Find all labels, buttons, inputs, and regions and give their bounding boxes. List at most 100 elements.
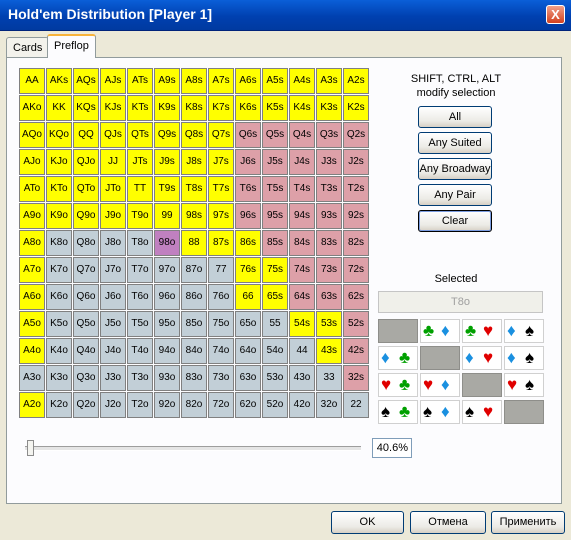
hand-cell-J4o[interactable]: J4o (100, 338, 126, 364)
hand-cell-J2s[interactable]: J2s (343, 149, 369, 175)
hand-cell-T3s[interactable]: T3s (316, 176, 342, 202)
suit-combo-empty[interactable] (420, 346, 460, 370)
tab-cards[interactable]: Cards (6, 37, 50, 57)
hand-cell-43s[interactable]: 43s (316, 338, 342, 364)
hand-cell-K8s[interactable]: K8s (181, 95, 207, 121)
hand-cell-QTo[interactable]: QTo (73, 176, 99, 202)
hand-cell-AJo[interactable]: AJo (19, 149, 45, 175)
hand-cell-95s[interactable]: 95s (262, 203, 288, 229)
hand-cell-Q3s[interactable]: Q3s (316, 122, 342, 148)
suit-combo-diamond-club[interactable]: ♦ ♣ (378, 346, 418, 370)
hand-cell-K5o[interactable]: K5o (46, 311, 72, 337)
hand-cell-96o[interactable]: 96o (154, 284, 180, 310)
hand-cell-J2o[interactable]: J2o (100, 392, 126, 418)
hand-cell-82o[interactable]: 82o (181, 392, 207, 418)
hand-cell-42o[interactable]: 42o (289, 392, 315, 418)
hand-cell-T6s[interactable]: T6s (235, 176, 261, 202)
hand-cell-74o[interactable]: 74o (208, 338, 234, 364)
suit-combo-club-diamond[interactable]: ♣ ♦ (420, 319, 460, 343)
suit-combo-heart-spade[interactable]: ♥ ♠ (504, 373, 544, 397)
hand-cell-83s[interactable]: 83s (316, 230, 342, 256)
hand-cell-J3s[interactable]: J3s (316, 149, 342, 175)
hand-cell-T4o[interactable]: T4o (127, 338, 153, 364)
hand-cell-T4s[interactable]: T4s (289, 176, 315, 202)
hand-cell-62o[interactable]: 62o (235, 392, 261, 418)
hand-cell-K3s[interactable]: K3s (316, 95, 342, 121)
hand-cell-54o[interactable]: 54o (262, 338, 288, 364)
hand-cell-AKs[interactable]: AKs (46, 68, 72, 94)
hand-cell-J4s[interactable]: J4s (289, 149, 315, 175)
hand-cell-AJs[interactable]: AJs (100, 68, 126, 94)
hand-cell-85o[interactable]: 85o (181, 311, 207, 337)
hand-cell-Q2s[interactable]: Q2s (343, 122, 369, 148)
hand-cell-86s[interactable]: 86s (235, 230, 261, 256)
hand-cell-T9o[interactable]: T9o (127, 203, 153, 229)
hand-cell-92s[interactable]: 92s (343, 203, 369, 229)
suit-combo-spade-diamond[interactable]: ♠ ♦ (420, 400, 460, 424)
hand-cell-J9s[interactable]: J9s (154, 149, 180, 175)
hand-cell-JJ[interactable]: JJ (100, 149, 126, 175)
hand-cell-A3s[interactable]: A3s (316, 68, 342, 94)
hand-cell-76s[interactable]: 76s (235, 257, 261, 283)
suit-combo-empty[interactable] (504, 400, 544, 424)
hand-cell-77[interactable]: 77 (208, 257, 234, 283)
hand-cell-66[interactable]: 66 (235, 284, 261, 310)
hand-cell-A9o[interactable]: A9o (19, 203, 45, 229)
hand-cell-T7o[interactable]: T7o (127, 257, 153, 283)
hand-cell-99[interactable]: 99 (154, 203, 180, 229)
hand-cell-63s[interactable]: 63s (316, 284, 342, 310)
ok-button[interactable]: OK (331, 511, 404, 534)
hand-cell-88[interactable]: 88 (181, 230, 207, 256)
hand-cell-J7s[interactable]: J7s (208, 149, 234, 175)
hand-cell-96s[interactable]: 96s (235, 203, 261, 229)
hand-cell-84o[interactable]: 84o (181, 338, 207, 364)
hand-cell-62s[interactable]: 62s (343, 284, 369, 310)
hand-cell-QJo[interactable]: QJo (73, 149, 99, 175)
hand-cell-KJs[interactable]: KJs (100, 95, 126, 121)
hand-cell-Q6s[interactable]: Q6s (235, 122, 261, 148)
hand-cell-97s[interactable]: 97s (208, 203, 234, 229)
hand-cell-K6o[interactable]: K6o (46, 284, 72, 310)
hand-cell-Q7o[interactable]: Q7o (73, 257, 99, 283)
apply-button[interactable]: Применить (491, 511, 565, 534)
suit-combo-empty[interactable] (462, 373, 502, 397)
tab-preflop[interactable]: Preflop (47, 34, 96, 58)
hand-cell-J6s[interactable]: J6s (235, 149, 261, 175)
hand-cell-Q5o[interactable]: Q5o (73, 311, 99, 337)
suit-combo-spade-heart[interactable]: ♠ ♥ (462, 400, 502, 424)
hand-cell-JTo[interactable]: JTo (100, 176, 126, 202)
hand-cell-AKo[interactable]: AKo (19, 95, 45, 121)
hand-cell-76o[interactable]: 76o (208, 284, 234, 310)
suit-combo-diamond-heart[interactable]: ♦ ♥ (462, 346, 502, 370)
hand-cell-Q7s[interactable]: Q7s (208, 122, 234, 148)
cancel-button[interactable]: Отмена (410, 511, 486, 534)
hand-cell-Q8o[interactable]: Q8o (73, 230, 99, 256)
hand-cell-T3o[interactable]: T3o (127, 365, 153, 391)
hand-cell-J6o[interactable]: J6o (100, 284, 126, 310)
hand-cell-K2o[interactable]: K2o (46, 392, 72, 418)
hand-cell-43o[interactable]: 43o (289, 365, 315, 391)
suit-combo-heart-club[interactable]: ♥ ♣ (378, 373, 418, 397)
range-percent-field[interactable]: 40.6% (372, 438, 412, 458)
hand-cell-54s[interactable]: 54s (289, 311, 315, 337)
hand-cell-63o[interactable]: 63o (235, 365, 261, 391)
hand-cell-K2s[interactable]: K2s (343, 95, 369, 121)
hand-cell-A8s[interactable]: A8s (181, 68, 207, 94)
hand-cell-KJo[interactable]: KJo (46, 149, 72, 175)
hand-cell-T2s[interactable]: T2s (343, 176, 369, 202)
hand-cell-Q4o[interactable]: Q4o (73, 338, 99, 364)
hand-cell-82s[interactable]: 82s (343, 230, 369, 256)
hand-cell-52o[interactable]: 52o (262, 392, 288, 418)
hand-cell-64s[interactable]: 64s (289, 284, 315, 310)
hand-cell-ATs[interactable]: ATs (127, 68, 153, 94)
hand-cell-A9s[interactable]: A9s (154, 68, 180, 94)
hand-cell-33[interactable]: 33 (316, 365, 342, 391)
hand-cell-Q9s[interactable]: Q9s (154, 122, 180, 148)
hand-cell-T8o[interactable]: T8o (127, 230, 153, 256)
hand-cell-J8o[interactable]: J8o (100, 230, 126, 256)
hand-cell-Q5s[interactable]: Q5s (262, 122, 288, 148)
hand-cell-Q9o[interactable]: Q9o (73, 203, 99, 229)
hand-cell-J8s[interactable]: J8s (181, 149, 207, 175)
any-broadway-button[interactable]: Any Broadway (418, 158, 492, 180)
hand-cell-K6s[interactable]: K6s (235, 95, 261, 121)
